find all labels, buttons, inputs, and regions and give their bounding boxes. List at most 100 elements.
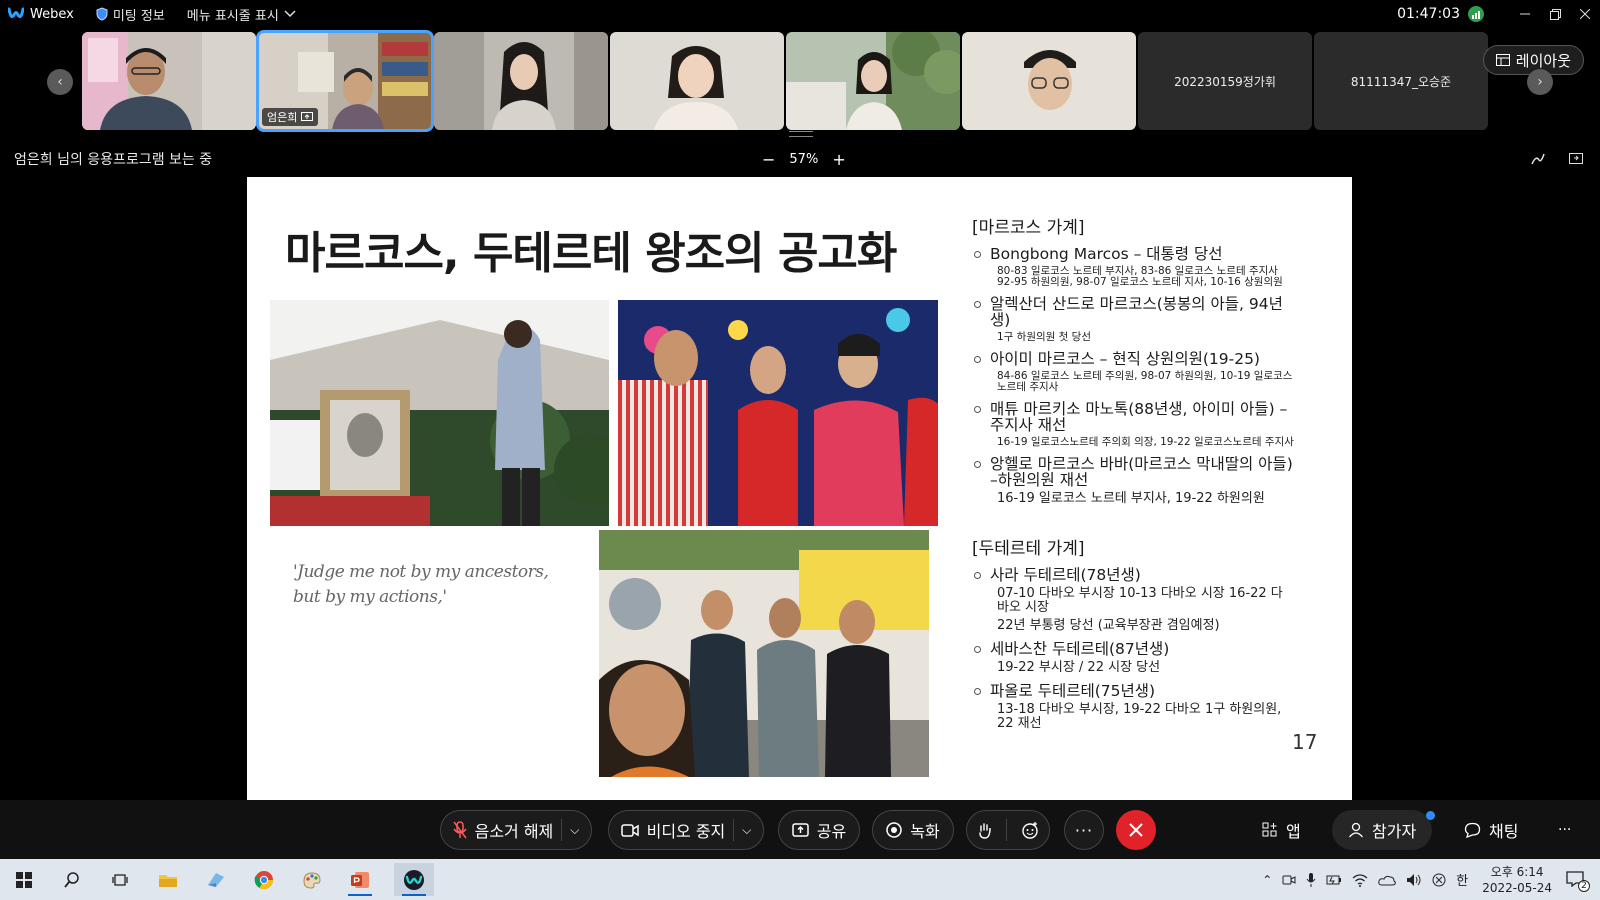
apps-button[interactable]: 앱: [1262, 810, 1301, 850]
record-button[interactable]: 녹화: [872, 810, 954, 850]
viewing-status: 엄은희 님의 응용프로그램 보는 중: [14, 152, 213, 168]
chevron-up-icon[interactable]: ⌃: [1262, 873, 1272, 887]
strip-prev-button[interactable]: ‹: [47, 69, 73, 95]
app-button-notepad[interactable]: [196, 863, 236, 896]
slide-quote: 'Judge me not by my ancestors, but by my…: [293, 562, 549, 607]
resize-handle[interactable]: [789, 131, 813, 137]
ellipsis-icon: ···: [1558, 822, 1572, 838]
restore-button[interactable]: [1540, 0, 1570, 28]
chevron-down-icon[interactable]: ⌵: [742, 823, 751, 838]
ime-indicator[interactable]: 한: [1456, 870, 1468, 889]
duterte-item-detail: 13-18 다바오 부시장, 19-22 다바오 1구 하원의원, 22 재선: [997, 702, 1282, 731]
leave-meeting-button[interactable]: [1116, 810, 1156, 850]
chrome-icon: [254, 870, 273, 889]
no-network-icon[interactable]: [1432, 873, 1446, 887]
participant-tile[interactable]: [82, 32, 256, 130]
chat-button[interactable]: 채팅: [1464, 810, 1518, 850]
close-icon: [1580, 9, 1590, 19]
unmute-button[interactable]: 음소거 해제 ⌵: [440, 810, 592, 850]
connection-quality-icon[interactable]: [1468, 6, 1484, 22]
show-menu-bar-button[interactable]: 메뉴 표시줄 표시: [187, 5, 296, 24]
share-button[interactable]: 공유: [778, 810, 860, 850]
chevron-down-icon[interactable]: ⌵: [570, 823, 579, 838]
marcos-heading: [마르코스 가계]: [972, 218, 1085, 238]
taskbar-clock[interactable]: 오후 6:14 2022-05-24: [1482, 864, 1552, 896]
marcos-item-detail: 84-86 일로코스 노르테 주의원, 98-07 하원의원, 10-19 일로…: [997, 370, 1293, 393]
chat-bubble-icon: [1464, 822, 1481, 838]
pop-out-icon[interactable]: [1568, 151, 1584, 167]
participant-tile[interactable]: [786, 32, 960, 130]
zoom-in-button[interactable]: +: [832, 150, 845, 169]
participants-button[interactable]: 참가자: [1332, 810, 1433, 850]
video-camera-icon: [620, 823, 639, 837]
chevron-right-icon: ›: [1537, 74, 1543, 90]
shared-content-area: 마르코스, 두테르테 왕조의 공고화 'Judge me not by my a…: [0, 177, 1600, 800]
restore-icon: [1549, 8, 1561, 20]
stop-video-button[interactable]: 비디오 중지 ⌵: [608, 810, 764, 850]
duterte-item-detail: 19-22 부시장 / 22 시장 당선: [997, 660, 1161, 675]
onedrive-cloud-icon[interactable]: [1378, 874, 1397, 886]
participant-tile[interactable]: 81111347_오승준: [1314, 32, 1488, 130]
close-button[interactable]: [1570, 0, 1600, 28]
marcos-item-name: 매튜 마르키소 마노톡(88년생, 아이미 아들) – 주지사 재선: [972, 401, 1294, 433]
task-view-icon: [112, 873, 128, 886]
person-icon: [1348, 822, 1364, 838]
marcos-item-detail: 1구 하원의원 첫 당선: [997, 331, 1091, 343]
chrome-button[interactable]: [244, 863, 284, 896]
file-explorer-button[interactable]: [148, 863, 188, 896]
strip-next-button[interactable]: ›: [1527, 69, 1553, 95]
powerpoint-icon: [351, 871, 369, 888]
meeting-controls: 음소거 해제 ⌵ 비디오 중지 ⌵ 공유 녹화 ··· 앱 참가자 채팅 ···: [0, 800, 1600, 859]
participant-tile[interactable]: [610, 32, 784, 130]
raise-hand-icon[interactable]: [978, 822, 992, 839]
marcos-item-name: 아이미 마르코스 – 현직 상원의원(19-25): [972, 351, 1294, 367]
ellipsis-icon: ···: [1074, 820, 1094, 840]
participant-tile[interactable]: [962, 32, 1136, 130]
emoji-reaction-icon[interactable]: [1021, 821, 1039, 839]
more-options-button[interactable]: ···: [1064, 810, 1104, 850]
participant-name: 202230159정가휘: [1174, 74, 1276, 89]
duterte-item-detail: 22년 부통령 당선 (교육부장관 겸임예정): [997, 618, 1220, 633]
notification-count: 2: [1578, 879, 1590, 892]
meeting-info-label: 미팅 정보: [112, 8, 165, 24]
meeting-info-button[interactable]: 미팅 정보: [96, 5, 165, 24]
participant-tile[interactable]: [434, 32, 608, 130]
annotate-icon[interactable]: [1530, 151, 1546, 167]
start-button[interactable]: [4, 863, 44, 896]
microphone-icon[interactable]: [1306, 872, 1316, 887]
participant-video: [610, 32, 784, 130]
slide-title: 마르코스, 두테르테 왕조의 공고화: [285, 228, 897, 279]
more-menu-button[interactable]: ···: [1558, 810, 1571, 850]
zoom-out-button[interactable]: −: [762, 150, 775, 169]
paint-button[interactable]: [292, 863, 332, 896]
photo-memorial: [270, 300, 609, 526]
participant-video: [962, 32, 1136, 130]
notification-center-button[interactable]: 2: [1566, 870, 1590, 892]
photo-duterte-family: [599, 530, 929, 777]
participant-tile-active[interactable]: 엄은희: [256, 30, 434, 132]
zoom-level: 57%: [789, 151, 819, 167]
duterte-item-name: 세바스찬 두테르테(87년생): [972, 641, 1294, 657]
meet-now-icon[interactable]: [1282, 873, 1296, 887]
folder-icon: [159, 874, 177, 887]
battery-icon[interactable]: [1326, 874, 1342, 886]
system-tray: ⌃ 한 오후 6:14 2022-05-24 2: [1262, 859, 1600, 900]
record-icon: [886, 822, 903, 838]
apps-grid-icon: [1262, 822, 1277, 837]
search-button[interactable]: [52, 863, 92, 896]
webex-logo: Webex: [8, 7, 74, 22]
presentation-slide: 마르코스, 두테르테 왕조의 공고화 'Judge me not by my a…: [247, 177, 1352, 800]
speaker-icon[interactable]: [1406, 873, 1422, 887]
minimize-button[interactable]: [1510, 0, 1540, 28]
notification-dot: [1426, 811, 1435, 820]
wifi-icon[interactable]: [1352, 873, 1368, 887]
powerpoint-button[interactable]: [340, 863, 380, 896]
webex-taskbar-button[interactable]: [394, 863, 434, 896]
marcos-item-detail: 80-83 일로코스 노르테 부지사, 83-86 일로코스 노르테 주지사 9…: [997, 265, 1283, 288]
participant-name-tag: 엄은희: [262, 108, 319, 126]
marcos-item-name: 알렉산더 산드로 마르코스(봉봉의 아들, 94년생): [972, 296, 1294, 328]
slide-page-number: 17: [1292, 730, 1318, 754]
participant-tile[interactable]: 202230159정가휘: [1138, 32, 1312, 130]
duterte-item-name: 파올로 두테르테(75년생): [972, 683, 1294, 699]
task-view-button[interactable]: [100, 863, 140, 896]
